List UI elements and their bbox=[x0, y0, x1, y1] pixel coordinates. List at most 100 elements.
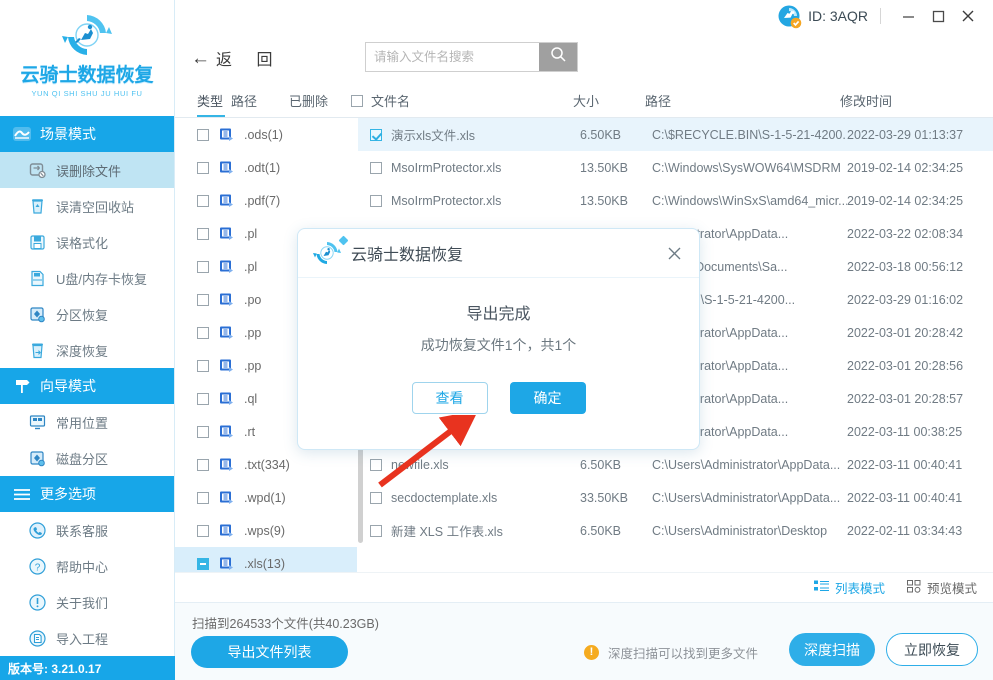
search-input[interactable] bbox=[366, 43, 539, 71]
cell-mtime: 2022-03-01 20:28:56 bbox=[847, 358, 964, 373]
column-header-deleted[interactable]: 已删除 bbox=[289, 91, 351, 117]
maximize-icon[interactable] bbox=[923, 2, 953, 30]
sidebar-item-import-project[interactable]: 导入工程 bbox=[0, 620, 174, 656]
view-mode-preview[interactable]: 预览模式 bbox=[906, 578, 977, 597]
tree-item-checkbox[interactable] bbox=[197, 260, 209, 273]
sidebar-item-disk-partition[interactable]: 磁盘分区 bbox=[0, 440, 174, 476]
user-id-area[interactable]: ID: 3AQR bbox=[777, 4, 868, 29]
svg-text:?: ? bbox=[35, 562, 41, 573]
sidebar-item-partition-recover[interactable]: 分区恢复 bbox=[0, 296, 174, 332]
deep-scan-button[interactable]: 深度扫描 bbox=[789, 633, 875, 666]
cell-path: C:\$RECYCLE.BIN\S-1-5-21-4200... bbox=[652, 127, 847, 142]
tree-item-label: .po bbox=[244, 292, 262, 307]
office-file-icon bbox=[219, 160, 234, 175]
dialog-ok-button[interactable]: 确定 bbox=[509, 382, 586, 414]
recover-now-button[interactable]: 立即恢复 bbox=[886, 633, 978, 666]
dialog-view-button[interactable]: 查看 bbox=[411, 382, 488, 414]
sidebar-item-deleted-file[interactable]: 误删除文件 bbox=[0, 152, 174, 188]
table-row[interactable]: newfile.xls 6.50KB C:\Users\Administrator\… bbox=[358, 448, 993, 481]
cell-mtime: 2022-03-11 00:40:41 bbox=[847, 490, 963, 505]
tree-item-label: .wpd(1) bbox=[244, 490, 286, 505]
sidebar-item-about-us[interactable]: 关于我们 bbox=[0, 584, 174, 620]
cell-filename: newfile.xls bbox=[358, 458, 580, 472]
column-header-path-tree[interactable]: 路径 bbox=[231, 91, 289, 117]
view-mode-list-label: 列表模式 bbox=[834, 582, 885, 596]
tree-item[interactable]: .wpd(1) bbox=[175, 481, 357, 514]
row-checkbox[interactable] bbox=[370, 161, 382, 174]
sidebar-group-label: 向导模式 bbox=[40, 378, 96, 394]
help-center-icon: ? bbox=[28, 557, 47, 576]
minimize-icon[interactable] bbox=[893, 2, 923, 30]
close-icon[interactable] bbox=[953, 2, 983, 30]
user-avatar bbox=[777, 4, 802, 29]
export-file-list-button[interactable]: 导出文件列表 bbox=[191, 636, 348, 668]
tree-item-checkbox[interactable] bbox=[197, 359, 209, 372]
sidebar-item-contact-support[interactable]: 联系客服 bbox=[0, 512, 174, 548]
tree-item[interactable]: .ods(1) bbox=[175, 118, 357, 151]
row-checkbox[interactable] bbox=[370, 128, 382, 141]
tree-item-checkbox[interactable] bbox=[197, 491, 209, 504]
tree-item[interactable]: .xls(13) bbox=[175, 547, 357, 572]
row-checkbox[interactable] bbox=[370, 491, 382, 504]
sidebar-group-label: 场景模式 bbox=[40, 126, 96, 142]
table-row[interactable]: 演示xls文件.xls 6.50KB C:\$RECYCLE.BIN\S-1-5-2… bbox=[358, 118, 993, 151]
sidebar-item-format-disk[interactable]: 误格式化 bbox=[0, 224, 174, 260]
tree-item[interactable]: .odt(1) bbox=[175, 151, 357, 184]
column-header-type[interactable]: 类型 bbox=[175, 91, 231, 117]
tree-item-checkbox[interactable] bbox=[197, 392, 209, 405]
select-all-checkbox[interactable] bbox=[351, 94, 363, 107]
sidebar-group-wizard-mode[interactable]: 向导模式 bbox=[0, 368, 174, 404]
tree-item-checkbox[interactable] bbox=[197, 326, 209, 339]
tree-item-checkbox[interactable] bbox=[197, 425, 209, 438]
table-row[interactable]: MsoIrmProtector.xls 13.50KB C:\Windows\Sys… bbox=[358, 151, 993, 184]
office-file-icon bbox=[219, 292, 234, 307]
table-row[interactable]: MsoIrmProtector.xls 13.50KB C:\Windows\Win… bbox=[358, 184, 993, 217]
column-header-filename[interactable]: 文件名 bbox=[351, 91, 573, 117]
column-header-path[interactable]: 路径 bbox=[645, 91, 840, 117]
tree-item-checkbox[interactable] bbox=[197, 524, 209, 537]
back-button[interactable]: ← 返 回 bbox=[191, 46, 282, 70]
tree-item[interactable]: .wps(9) bbox=[175, 514, 357, 547]
tree-item-checkbox[interactable] bbox=[197, 227, 209, 240]
view-mode-list[interactable]: 列表模式 bbox=[813, 578, 885, 597]
tree-item-checkbox[interactable] bbox=[197, 194, 209, 207]
filename-label: newfile.xls bbox=[391, 457, 449, 472]
cell-path: C:\Windows\WinSxS\amd64_micr... bbox=[652, 193, 847, 208]
table-row[interactable]: secdoctemplate.xls 33.50KB C:\Users\Admini… bbox=[358, 481, 993, 514]
cell-path: C:\Users\Administrator\Desktop bbox=[652, 523, 828, 538]
sidebar-group-more-options[interactable]: 更多选项 bbox=[0, 476, 174, 512]
tree-item-label: .odt(1) bbox=[244, 160, 281, 175]
tree-item-label: .rt bbox=[244, 424, 256, 439]
usb-card-icon bbox=[28, 269, 47, 288]
sidebar-item-deep-recover[interactable]: 深度恢复 bbox=[0, 332, 174, 368]
sidebar-group-scene-mode[interactable]: 场景模式 bbox=[0, 116, 174, 152]
close-icon[interactable] bbox=[663, 242, 685, 264]
search-button[interactable] bbox=[539, 43, 577, 71]
row-checkbox[interactable] bbox=[370, 194, 382, 207]
sidebar-item-label: U盘/内存卡恢复 bbox=[56, 271, 148, 287]
wizard-mode-icon bbox=[13, 377, 31, 395]
row-checkbox[interactable] bbox=[370, 458, 382, 471]
app-window: 云骑士数据恢复 YUN QI SHI SHU JU HUI FU 场景模式 误删… bbox=[0, 0, 993, 680]
table-row[interactable]: 新建 XLS 工作表.xls 6.50KB C:\Users\Administrat… bbox=[358, 514, 993, 547]
dialog-body: 导出完成 成功恢复文件1个，共1个 查看 确定 bbox=[298, 278, 699, 414]
tree-item-checkbox[interactable] bbox=[197, 458, 209, 471]
column-header-mtime[interactable]: 修改时间 bbox=[840, 91, 993, 117]
sidebar-item-usb-card[interactable]: U盘/内存卡恢复 bbox=[0, 260, 174, 296]
column-header-size[interactable]: 大小 bbox=[573, 91, 645, 117]
sidebar-item-help-center[interactable]: ? 帮助中心 bbox=[0, 548, 174, 584]
cell-path: C:\Users\Administrator\AppData... bbox=[652, 457, 841, 472]
phone-support-icon bbox=[28, 521, 47, 540]
tree-item-checkbox[interactable] bbox=[197, 293, 209, 306]
back-button-label: 返 回 bbox=[216, 52, 283, 69]
tree-item[interactable]: .pdf(7) bbox=[175, 184, 357, 217]
office-file-icon bbox=[219, 556, 234, 571]
sidebar-item-recycle-bin[interactable]: 误清空回收站 bbox=[0, 188, 174, 224]
toolbar: ← 返 回 bbox=[175, 32, 993, 84]
tree-item[interactable]: .txt(334) bbox=[175, 448, 357, 481]
tree-item-checkbox[interactable] bbox=[197, 128, 209, 141]
tree-item-checkbox[interactable] bbox=[197, 557, 209, 570]
tree-item-checkbox[interactable] bbox=[197, 161, 209, 174]
row-checkbox[interactable] bbox=[370, 524, 382, 537]
sidebar-item-common-location[interactable]: 常用位置 bbox=[0, 404, 174, 440]
